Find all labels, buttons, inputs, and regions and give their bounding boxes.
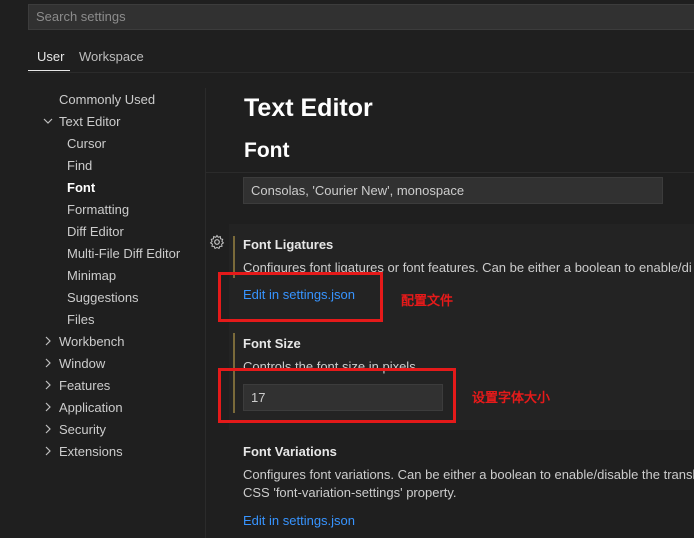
toc-item-suggestions[interactable]: Suggestions: [67, 290, 139, 306]
setting-desc-font-variations-2: CSS 'font-variation-settings' property.: [243, 485, 457, 500]
tab-divider: [28, 72, 694, 73]
setting-title-font-ligatures: Font Ligatures: [243, 237, 334, 252]
tab-user[interactable]: User: [37, 48, 64, 66]
chevron-right-icon[interactable]: [42, 444, 54, 460]
tab-workspace[interactable]: Workspace: [79, 48, 144, 66]
page-title: Text Editor: [244, 94, 373, 122]
edit-in-settings-json-link[interactable]: Edit in settings.json: [243, 513, 355, 529]
toc-item-application[interactable]: Application: [59, 400, 123, 416]
header-divider: [206, 172, 694, 173]
chevron-right-icon[interactable]: [42, 422, 54, 438]
toc-item-find[interactable]: Find: [67, 158, 92, 174]
toc-item-cursor[interactable]: Cursor: [67, 136, 106, 152]
chevron-right-icon[interactable]: [42, 356, 54, 372]
toc-item-minimap[interactable]: Minimap: [67, 268, 116, 284]
toc-item-files[interactable]: Files: [67, 312, 94, 328]
toc-item-text-editor[interactable]: Text Editor: [59, 114, 120, 130]
chevron-right-icon[interactable]: [42, 334, 54, 350]
annotation-box-font-size: [218, 368, 456, 423]
search-settings-input[interactable]: Search settings: [28, 4, 694, 30]
toc-item-features[interactable]: Features: [59, 378, 110, 394]
toc-item-diff-editor[interactable]: Diff Editor: [67, 224, 124, 240]
font-family-input[interactable]: Consolas, 'Courier New', monospace: [243, 177, 663, 204]
annotation-box-config-file: [218, 272, 383, 322]
chevron-right-icon[interactable]: [42, 378, 54, 394]
gear-icon[interactable]: [209, 234, 225, 250]
toc-item-formatting[interactable]: Formatting: [67, 202, 129, 218]
setting-desc-font-variations: Configures font variations. Can be eithe…: [243, 467, 694, 482]
tab-active-indicator: [28, 70, 70, 71]
annotation-set-font-size: 设置字体大小: [472, 391, 551, 406]
toc-item-commonly-used[interactable]: Commonly Used: [59, 92, 155, 108]
toc-item-window[interactable]: Window: [59, 356, 105, 372]
toc-item-security[interactable]: Security: [59, 422, 106, 438]
toc-item-multi-file-diff-editor[interactable]: Multi-File Diff Editor: [67, 246, 180, 262]
chevron-down-icon[interactable]: [42, 114, 54, 130]
setting-title-font-variations: Font Variations: [243, 444, 337, 459]
toc-item-font[interactable]: Font: [67, 180, 95, 196]
toc-item-workbench[interactable]: Workbench: [59, 334, 125, 350]
toc-item-extensions[interactable]: Extensions: [59, 444, 123, 460]
toc-divider: [205, 88, 206, 538]
section-title: Font: [244, 139, 290, 162]
setting-title-font-size: Font Size: [243, 336, 301, 351]
chevron-right-icon[interactable]: [42, 400, 54, 416]
annotation-config-file: 配置文件: [401, 294, 454, 309]
